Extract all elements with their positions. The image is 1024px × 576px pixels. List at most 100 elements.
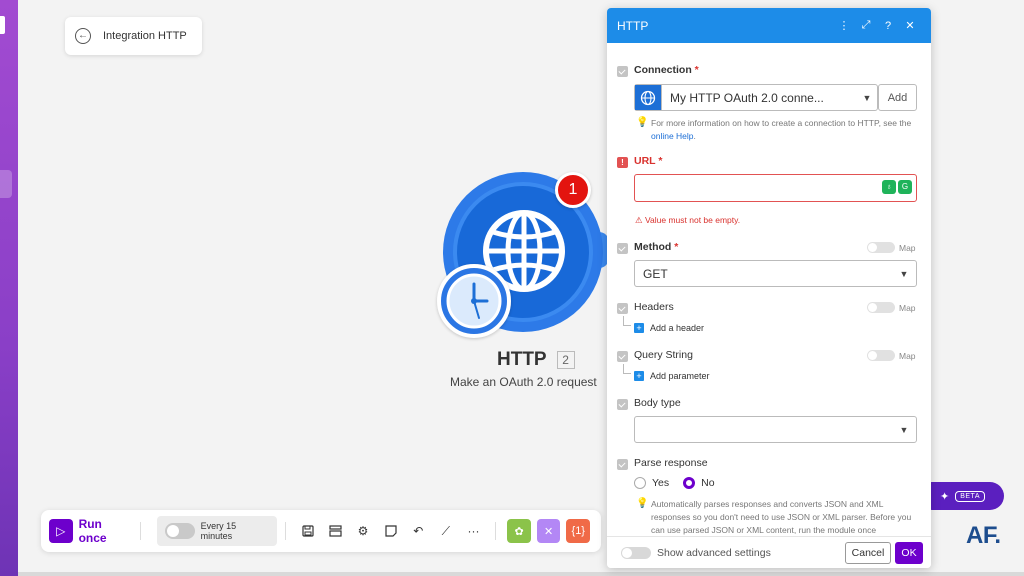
- parse-section-toggle[interactable]: [617, 459, 628, 470]
- notes-icon[interactable]: [380, 520, 402, 542]
- schedule-toggle[interactable]: [165, 523, 195, 539]
- connection-hint: For more information on how to create a …: [651, 118, 912, 141]
- chevron-down-icon: ▼: [899, 424, 909, 435]
- headers-map-toggle[interactable]: Map: [867, 302, 916, 313]
- add-connection-button[interactable]: Add: [878, 84, 917, 111]
- method-map-toggle[interactable]: Map: [867, 242, 916, 253]
- headers-section-toggle[interactable]: [617, 303, 628, 314]
- back-arrow-icon[interactable]: ←: [75, 28, 91, 44]
- method-section-toggle[interactable]: [617, 243, 628, 254]
- run-once-label: Run once: [78, 517, 107, 545]
- play-icon: ▷: [49, 519, 73, 543]
- toolbar-divider: [495, 522, 497, 540]
- canvas-bottom-edge: [18, 572, 1024, 576]
- expand-icon[interactable]: ⤢: [855, 19, 877, 32]
- query-label: Query String: [634, 349, 693, 361]
- flow-control-icon[interactable]: ✕: [536, 519, 561, 543]
- schedule-label: Every 15 minutes: [200, 521, 237, 541]
- radio-yes-label: Yes: [652, 477, 670, 489]
- chevron-down-icon: ▼: [862, 92, 872, 103]
- module-title: HTTP 2: [497, 349, 575, 371]
- globe-icon: [635, 85, 662, 110]
- url-error-message: ⚠ Value must not be empty.: [635, 215, 741, 225]
- add-header-button[interactable]: + Add a header: [634, 323, 704, 333]
- beta-badge: BETA: [955, 490, 985, 502]
- parse-response-hint: Automatically parses responses and conve…: [651, 499, 912, 535]
- clock-icon: [437, 264, 511, 338]
- connection-select[interactable]: My HTTP OAuth 2.0 conne... ▼: [634, 84, 878, 111]
- scenario-settings-icon[interactable]: [325, 520, 347, 542]
- gear-icon[interactable]: ⚙: [352, 520, 374, 542]
- more-vertical-icon[interactable]: ⋮: [833, 19, 855, 32]
- url-input-tools: ♁ G: [880, 180, 912, 194]
- method-label: Method *: [634, 241, 679, 253]
- tree-connector: [623, 364, 631, 374]
- undo-icon[interactable]: ↶: [407, 520, 429, 542]
- parse-response-label: Parse response: [634, 457, 708, 469]
- save-icon[interactable]: [297, 520, 319, 542]
- sidebar-marker: [0, 16, 5, 34]
- advanced-settings-label: Show advanced settings: [657, 546, 771, 559]
- query-section-toggle[interactable]: [617, 351, 628, 362]
- url-input[interactable]: ♁ G: [634, 174, 917, 202]
- url-label: URL *: [634, 155, 663, 167]
- error-count-badge: 1: [555, 172, 591, 208]
- af-watermark: AF.: [966, 522, 1001, 549]
- tools-icon[interactable]: ✿: [507, 519, 531, 543]
- toggle-switch[interactable]: [867, 350, 895, 361]
- connection-selected-value: My HTTP OAuth 2.0 conne...: [670, 90, 824, 105]
- grammarly-icon[interactable]: G: [898, 180, 912, 194]
- module-title-text: HTTP: [497, 349, 547, 370]
- sparkle-icon: ✦: [940, 490, 950, 503]
- online-help-link[interactable]: online Help: [651, 131, 694, 141]
- panel-footer: Show advanced settings Cancel OK: [607, 536, 931, 568]
- toggle-switch[interactable]: [867, 302, 895, 313]
- module-number: 2: [556, 351, 575, 369]
- query-map-toggle[interactable]: Map: [867, 350, 916, 361]
- panel-body: Connection * My HTTP OAuth 2.0 conne... …: [607, 43, 931, 536]
- scenario-toolbar: ▷ Run once Every 15 minutes ⚙ ↶ ⟋ ··· ✿ …: [41, 510, 601, 552]
- tree-connector: [623, 316, 631, 326]
- http-module[interactable]: 1: [437, 172, 617, 342]
- ok-button[interactable]: OK: [895, 541, 923, 564]
- method-select[interactable]: GET ▼: [634, 260, 917, 287]
- method-selected-value: GET: [643, 266, 668, 281]
- toolbar-divider: [140, 522, 142, 540]
- advanced-settings-toggle[interactable]: [621, 546, 651, 559]
- panel-title: HTTP: [617, 18, 649, 33]
- sidebar-active-item[interactable]: [0, 170, 12, 198]
- chevron-down-icon: ▼: [899, 268, 909, 279]
- cancel-button[interactable]: Cancel: [845, 541, 891, 564]
- lightbulb-icon: 💡: [636, 117, 649, 128]
- scenario-title-chip[interactable]: ← Integration HTTP: [65, 17, 202, 55]
- plus-icon: +: [634, 323, 644, 333]
- run-once-button[interactable]: ▷ Run once: [49, 516, 132, 546]
- headers-label: Headers: [634, 301, 674, 313]
- more-options-icon[interactable]: ···: [463, 520, 485, 542]
- scenario-title: Integration HTTP: [103, 30, 187, 42]
- radio-no-label: No: [701, 477, 715, 489]
- body-type-section-toggle[interactable]: [617, 399, 628, 410]
- plus-icon: +: [634, 371, 644, 381]
- schedule-control[interactable]: Every 15 minutes: [157, 516, 277, 546]
- magic-wand-icon[interactable]: ⟋: [435, 520, 457, 542]
- lightbulb-icon: 💡: [636, 498, 649, 509]
- bulb-tool-icon[interactable]: ♁: [882, 180, 896, 194]
- add-parameter-button[interactable]: + Add parameter: [634, 371, 710, 381]
- radio-yes[interactable]: [634, 477, 646, 489]
- text-parser-icon[interactable]: {1}: [566, 519, 591, 543]
- module-settings-panel: HTTP ⋮ ⤢ ? ✕ Connection * My HTTP OAuth …: [607, 8, 931, 568]
- left-sidebar-strip: [0, 0, 18, 576]
- url-error-icon: !: [617, 157, 628, 168]
- connection-label: Connection *: [634, 64, 699, 76]
- radio-no[interactable]: [683, 477, 696, 489]
- parse-response-radios: Yes No: [634, 477, 715, 489]
- toggle-switch[interactable]: [867, 242, 895, 253]
- toolbar-divider: [284, 522, 286, 540]
- connection-section-toggle[interactable]: [617, 66, 628, 77]
- panel-header: HTTP ⋮ ⤢ ? ✕: [607, 8, 931, 43]
- body-type-label: Body type: [634, 397, 681, 409]
- body-type-select[interactable]: ▼: [634, 416, 917, 443]
- close-icon[interactable]: ✕: [899, 19, 921, 32]
- help-icon[interactable]: ?: [877, 20, 899, 32]
